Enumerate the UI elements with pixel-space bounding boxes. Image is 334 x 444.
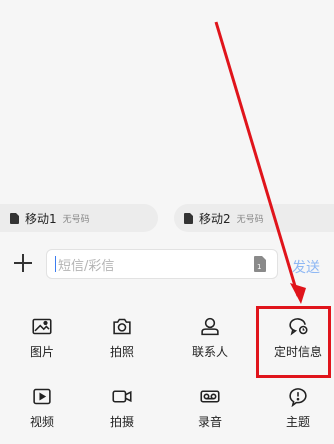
message-history-area [0,0,334,196]
sim2-name: 移动2 [199,211,231,226]
tool-contact-label: 联系人 [191,345,228,359]
sim-selector-row: 移动1 无号码 移动2 无号码 [0,196,334,240]
tool-voice-record[interactable]: 录音 [168,370,252,430]
tool-image-label: 图片 [29,345,54,359]
tool-theme[interactable]: 主题 [256,370,334,430]
tool-camera[interactable]: 拍照 [80,300,164,360]
message-placeholder: 短信/彩信 [58,258,115,274]
image-icon [32,318,52,335]
record-video-icon [112,390,132,403]
camera-icon [113,318,131,335]
tool-theme-label: 主题 [285,415,310,429]
tool-image[interactable]: 图片 [0,300,84,360]
tool-record-video[interactable]: 拍摄 [80,370,164,430]
contact-icon [201,317,219,336]
sim-card-icon [184,212,193,224]
tool-video[interactable]: 视频 [0,370,84,430]
annotation-highlight-box [256,306,331,378]
message-input[interactable]: 短信/彩信 1 [46,249,278,279]
tool-voice-record-label: 录音 [197,415,222,429]
video-icon [33,388,51,405]
tool-contact[interactable]: 联系人 [168,300,252,360]
svg-text:1: 1 [257,263,261,271]
composer-row: 短信/彩信 1 发送 [0,244,334,284]
text-caret [55,256,56,272]
voice-record-icon [200,390,220,403]
tool-video-label: 视频 [29,415,54,429]
add-attachment-icon[interactable] [10,250,36,276]
sim1-button[interactable]: 移动1 无号码 [0,204,158,232]
sim2-number: 无号码 [236,214,264,225]
tool-camera-label: 拍照 [109,345,134,359]
theme-icon [289,388,307,407]
send-button[interactable]: 发送 [292,257,320,277]
sim1-name: 移动1 [25,211,57,226]
sim-card-icon [10,212,19,224]
tool-record-video-label: 拍摄 [109,415,134,429]
sim1-number: 无号码 [62,214,90,225]
sim-switch-icon[interactable]: 1 [253,256,267,272]
sim2-button[interactable]: 移动2 无号码 [174,204,334,232]
